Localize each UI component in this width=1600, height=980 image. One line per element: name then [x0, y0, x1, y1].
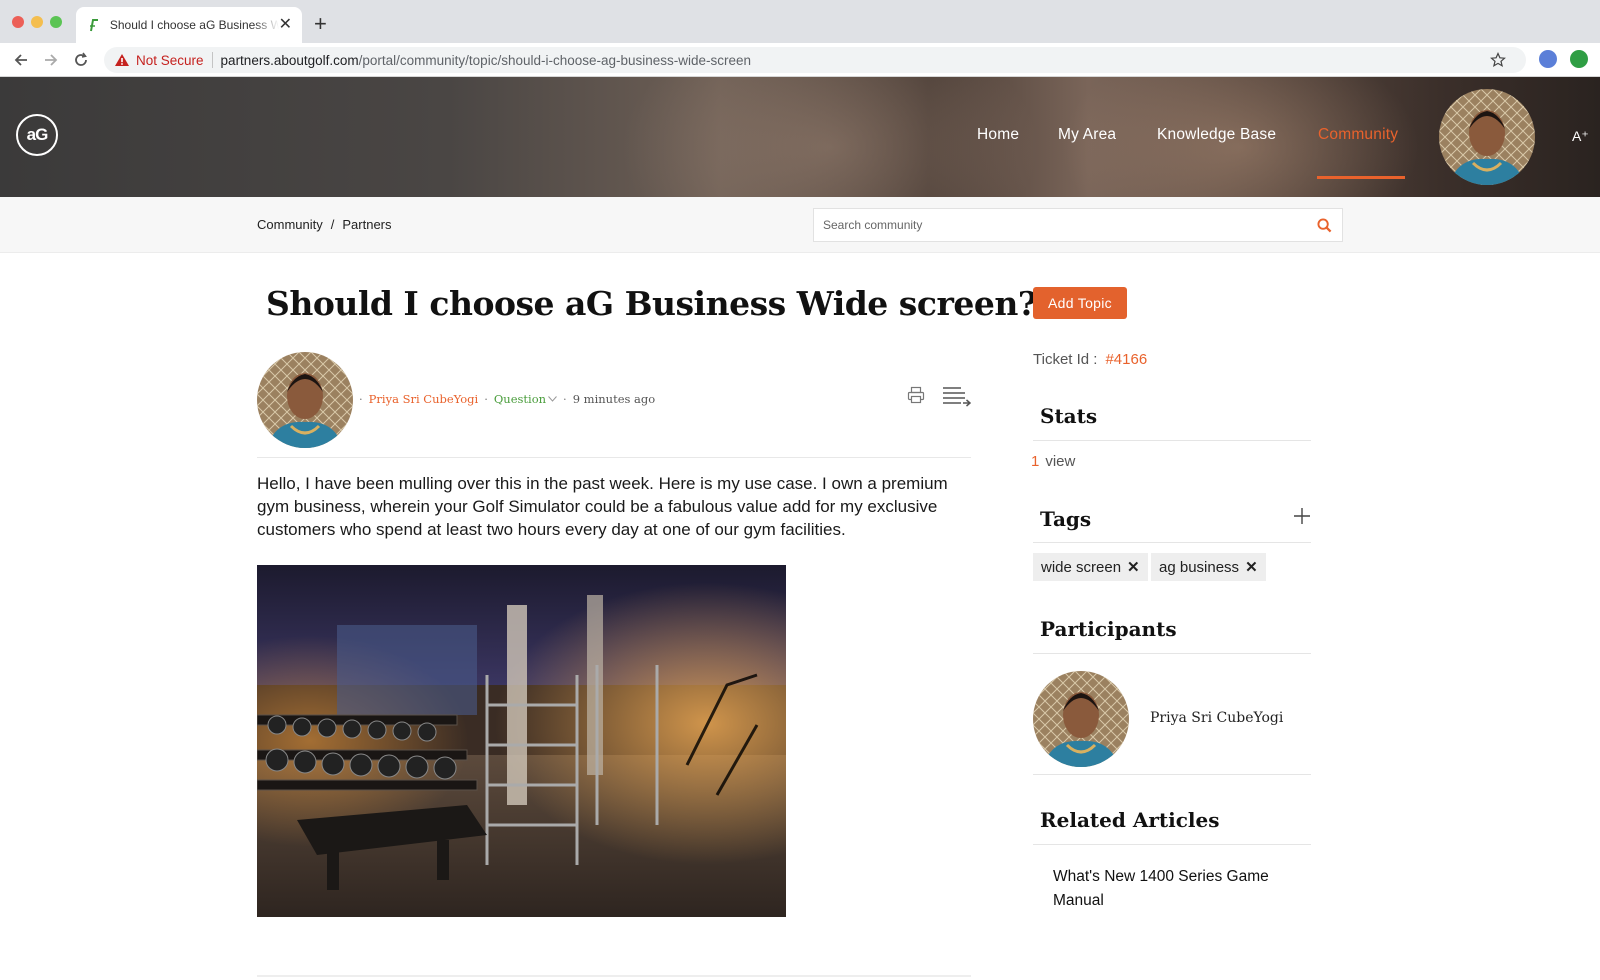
ticket-label: Ticket Id : [1033, 351, 1098, 368]
ticket-id[interactable]: #4166 [1105, 351, 1147, 368]
reload-icon[interactable] [70, 49, 92, 71]
divider [1033, 844, 1311, 845]
divider [1033, 653, 1311, 654]
participant-avatar[interactable] [1033, 671, 1129, 767]
related-articles-heading: Related Articles [1040, 808, 1220, 832]
topic-timestamp: 9 minutes ago [572, 392, 656, 406]
divider [211, 52, 213, 68]
stats-heading: Stats [1040, 404, 1098, 428]
new-tab-icon[interactable]: + [314, 13, 327, 35]
breadcrumb-community[interactable]: Community [257, 217, 323, 232]
forward-icon[interactable] [40, 49, 62, 71]
divider [257, 457, 971, 458]
related-article-link[interactable]: What's New 1400 Series Game Manual [1053, 865, 1293, 913]
add-tag-icon[interactable] [1293, 507, 1311, 525]
divider [1033, 774, 1311, 775]
topic-type-label: Question [493, 392, 547, 406]
divider [257, 975, 971, 977]
gym-photo [257, 565, 786, 917]
topic-type-dropdown[interactable]: Question [494, 392, 557, 406]
search-icon[interactable] [1317, 218, 1332, 233]
participants-heading: Participants [1040, 617, 1177, 641]
tags-heading: Tags [1040, 507, 1092, 531]
url-path: /portal/community/topic/should-i-choose-… [358, 52, 752, 68]
views-count: 1 [1031, 453, 1040, 470]
remove-tag-icon[interactable]: ✕ [1127, 558, 1140, 576]
sub-navigation-bar: Community / Partners [0, 197, 1600, 253]
topic-meta: · Priya Sri CubeYogi · Question · 9 minu… [359, 392, 656, 406]
user-avatar[interactable] [1439, 89, 1535, 185]
tab-title: Should I choose aG Business Wide screen? [109, 18, 279, 32]
divider [1033, 440, 1311, 441]
participant-name[interactable]: Priya Sri CubeYogi [1150, 710, 1283, 726]
font-size-toggle[interactable]: A⁺ [1572, 128, 1589, 145]
print-icon[interactable] [907, 386, 925, 404]
nav-my-area[interactable]: My Area [1058, 126, 1116, 144]
tag-label: ag business [1159, 558, 1240, 576]
tag-label: wide screen [1041, 558, 1122, 576]
chevron-down-icon [548, 396, 557, 402]
tab-close-icon[interactable]: ✕ [279, 17, 292, 33]
back-icon[interactable] [10, 49, 32, 71]
window-maximize-button[interactable] [50, 16, 62, 28]
window-close-button[interactable] [12, 16, 24, 28]
nav-community[interactable]: Community [1318, 126, 1398, 144]
breadcrumb-partners[interactable]: Partners [342, 217, 391, 232]
topic-body: Hello, I have been mulling over this in … [257, 474, 948, 539]
author-avatar[interactable] [257, 352, 353, 448]
url-field[interactable]: Not Secure partners.aboutgolf.com /porta… [104, 47, 1526, 73]
search-input[interactable] [814, 210, 1304, 240]
views-stat: 1 view [1031, 453, 1075, 470]
remove-tag-icon[interactable]: ✕ [1245, 558, 1258, 576]
breadcrumb-separator: / [330, 217, 335, 232]
tag-chip: ag business ✕ [1151, 553, 1266, 581]
browser-tab[interactable]: Should I choose aG Business Wide screen?… [76, 7, 302, 43]
search-box [813, 208, 1343, 242]
active-nav-indicator [1317, 176, 1405, 179]
page-title: Should I choose aG Business Wide screen? [266, 284, 1037, 323]
security-label[interactable]: Not Secure [136, 53, 204, 68]
nav-knowledge-base[interactable]: Knowledge Base [1157, 126, 1276, 144]
browser-tab-bar: Should I choose aG Business Wide screen?… [0, 0, 1600, 43]
ticket-info: Ticket Id : #4166 [1033, 351, 1147, 368]
tag-chip: wide screen ✕ [1033, 553, 1148, 581]
favicon-icon [86, 17, 102, 33]
author-link[interactable]: Priya Sri CubeYogi [369, 392, 479, 406]
views-label: view [1045, 453, 1076, 470]
add-topic-button[interactable]: Add Topic [1033, 287, 1127, 319]
address-bar: Not Secure partners.aboutgolf.com /porta… [0, 43, 1600, 77]
divider [1033, 542, 1311, 543]
url-host: partners.aboutgolf.com [220, 52, 359, 68]
breadcrumb: Community / Partners [257, 217, 392, 232]
nav-home[interactable]: Home [977, 126, 1019, 144]
warning-icon [115, 54, 129, 66]
extension-profile-icon[interactable] [1539, 50, 1557, 68]
site-logo[interactable]: aG [16, 114, 58, 156]
bookmark-star-icon[interactable] [1490, 52, 1506, 68]
table-of-contents-icon[interactable] [941, 385, 971, 409]
extension-green-icon[interactable] [1570, 50, 1588, 68]
window-minimize-button[interactable] [31, 16, 43, 28]
site-header: aG Home My Area Knowledge Base Community… [0, 77, 1600, 197]
